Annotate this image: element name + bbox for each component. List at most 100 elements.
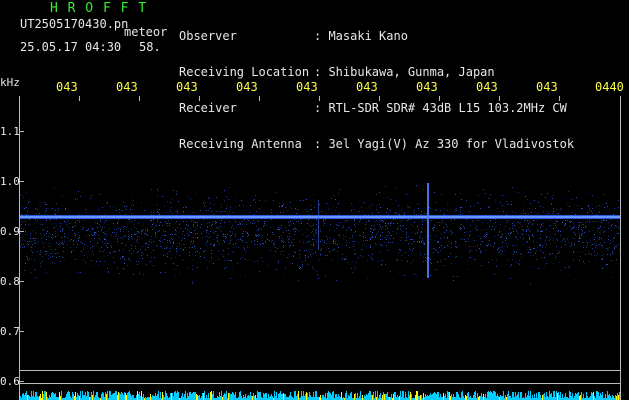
- noise-pixel: [539, 245, 540, 246]
- noise-pixel: [181, 260, 182, 261]
- noise-pixel: [506, 238, 507, 239]
- activity-bar: [298, 391, 299, 400]
- noise-pixel: [189, 247, 190, 248]
- noise-pixel: [456, 256, 457, 257]
- activity-bar: [66, 394, 67, 400]
- noise-pixel: [440, 250, 441, 251]
- noise-pixel: [540, 238, 541, 239]
- activity-bar: [405, 392, 406, 400]
- noise-pixel: [222, 254, 223, 255]
- noise-pixel: [405, 252, 406, 253]
- noise-pixel: [420, 253, 421, 254]
- noise-pixel: [267, 234, 268, 235]
- noise-pixel: [242, 236, 243, 237]
- noise-pixel: [312, 250, 313, 251]
- noise-pixel: [395, 219, 396, 220]
- noise-pixel: [358, 257, 359, 258]
- noise-pixel: [200, 248, 201, 249]
- noise-pixel: [594, 251, 595, 252]
- noise-pixel: [252, 223, 253, 224]
- activity-bar: [371, 395, 372, 400]
- noise-pixel: [170, 242, 171, 243]
- noise-pixel: [24, 208, 25, 209]
- noise-pixel: [556, 256, 557, 257]
- noise-pixel: [219, 211, 220, 212]
- noise-pixel: [98, 209, 99, 210]
- noise-pixel: [401, 237, 402, 238]
- noise-pixel: [388, 250, 389, 251]
- noise-pixel: [517, 239, 518, 240]
- noise-pixel: [26, 232, 27, 233]
- activity-bar: [480, 396, 481, 400]
- noise-pixel: [45, 211, 46, 212]
- noise-pixel: [44, 230, 45, 231]
- noise-pixel: [62, 242, 63, 243]
- noise-pixel: [42, 256, 43, 257]
- noise-pixel: [25, 221, 26, 222]
- activity-bar: [447, 391, 448, 400]
- noise-pixel: [549, 240, 550, 241]
- noise-pixel: [100, 219, 101, 220]
- noise-pixel: [204, 205, 205, 206]
- noise-pixel: [21, 244, 22, 245]
- noise-pixel: [399, 214, 400, 215]
- noise-pixel: [282, 241, 283, 242]
- noise-pixel: [382, 232, 383, 233]
- activity-bar: [362, 395, 363, 400]
- noise-pixel: [489, 225, 490, 226]
- noise-pixel: [570, 222, 571, 223]
- activity-bar: [590, 396, 591, 400]
- noise-pixel: [616, 226, 617, 227]
- noise-pixel: [150, 239, 151, 240]
- noise-pixel: [511, 201, 512, 202]
- info-label: Receiving Antenna: [179, 137, 302, 151]
- noise-pixel: [288, 236, 289, 237]
- activity-bar: [430, 393, 431, 400]
- noise-pixel: [145, 233, 146, 234]
- activity-bar: [513, 392, 514, 400]
- noise-pixel: [421, 241, 422, 242]
- activity-bar: [600, 393, 601, 400]
- noise-pixel: [421, 227, 422, 228]
- activity-bar: [72, 392, 73, 400]
- noise-pixel: [249, 259, 250, 260]
- noise-pixel: [78, 191, 79, 192]
- noise-pixel: [222, 211, 223, 212]
- noise-pixel: [586, 241, 587, 242]
- noise-pixel: [417, 233, 418, 234]
- noise-pixel: [408, 243, 409, 244]
- noise-pixel: [273, 200, 274, 201]
- noise-pixel: [277, 248, 278, 249]
- noise-pixel: [541, 194, 542, 195]
- noise-pixel: [35, 234, 36, 235]
- noise-pixel: [512, 225, 513, 226]
- noise-pixel: [372, 236, 373, 237]
- noise-pixel: [494, 229, 495, 230]
- activity-bar: [279, 393, 280, 400]
- noise-pixel: [314, 235, 315, 236]
- noise-pixel: [325, 219, 326, 220]
- noise-pixel: [578, 229, 579, 230]
- activity-bar: [592, 393, 593, 400]
- activity-bar: [543, 394, 544, 400]
- noise-pixel: [105, 220, 106, 221]
- noise-pixel: [256, 236, 257, 237]
- noise-pixel: [188, 268, 189, 269]
- noise-pixel: [525, 213, 526, 214]
- noise-pixel: [474, 240, 475, 241]
- noise-pixel: [98, 264, 99, 265]
- noise-pixel: [386, 235, 387, 236]
- noise-pixel: [473, 238, 474, 239]
- activity-bar: [254, 396, 255, 400]
- noise-pixel: [558, 230, 559, 231]
- noise-pixel: [32, 244, 33, 245]
- noise-pixel: [257, 261, 258, 262]
- noise-pixel: [67, 244, 68, 245]
- noise-pixel: [96, 261, 97, 262]
- noise-pixel: [122, 210, 123, 211]
- noise-pixel: [236, 227, 237, 228]
- noise-pixel: [417, 226, 418, 227]
- noise-pixel: [293, 256, 294, 257]
- noise-pixel: [451, 243, 452, 244]
- activity-bar: [505, 395, 506, 400]
